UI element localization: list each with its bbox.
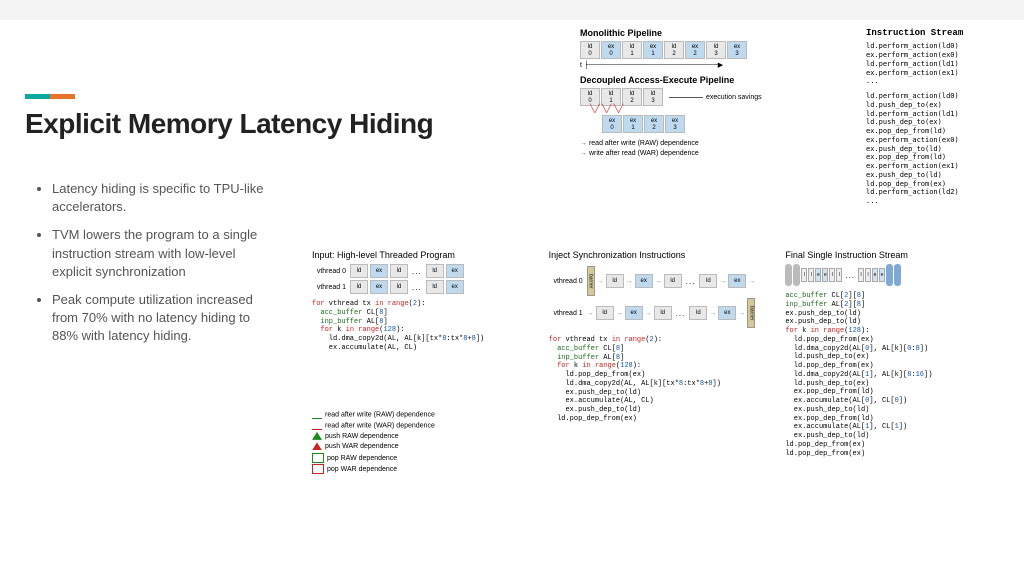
ld-stage: ld2 — [664, 41, 684, 59]
header-bar — [0, 0, 1024, 20]
pop-war-legend: pop WAR dependence — [312, 464, 435, 475]
vthread0-label: vthread 0 — [312, 268, 346, 275]
code-p3: acc_buffer CL[2][8] inp_buffer AL[2][8] … — [785, 292, 1014, 458]
ld-stage: ld0 — [580, 41, 600, 59]
pop-raw-legend: pop RAW dependence — [312, 453, 435, 464]
instruction-stream-label: Instruction Stream — [866, 28, 1006, 39]
panel-title: Input: High-level Threaded Program — [312, 250, 541, 260]
raw-arrow-legend: read after write (RAW) dependence — [312, 410, 435, 421]
slide-title: Explicit Memory Latency Hiding — [25, 108, 433, 140]
instr-block-1: ld.perform_action(ld0) ex.perform_action… — [866, 42, 1006, 86]
bullet-item: Latency hiding is specific to TPU-like a… — [52, 180, 278, 216]
ex-stage: ex1 — [623, 115, 643, 133]
ex-stage: ex3 — [665, 115, 685, 133]
ld-stage: ld3 — [643, 88, 663, 106]
vthread1-label: vthread 1 — [312, 284, 346, 291]
panel-final-stream: Final Single Instruction Stream llee ll … — [785, 250, 1014, 458]
ld-stage: ld2 — [622, 88, 642, 106]
ex-stage: ex0 — [601, 41, 621, 59]
ex-stage: ex2 — [644, 115, 664, 133]
execution-savings-label: execution savings — [669, 94, 762, 101]
code-p2: for vthread tx in range(2): acc_buffer C… — [549, 336, 778, 424]
push-raw-legend: push RAW dependence — [312, 432, 435, 443]
panel-title: Inject Synchronization Instructions — [549, 250, 778, 260]
ld-stage: ld1 — [622, 41, 642, 59]
ex-stage: ex0 — [602, 115, 622, 133]
push-war-legend: push WAR dependence — [312, 442, 435, 453]
panel-title: Final Single Instruction Stream — [785, 250, 1014, 260]
barrier: barrier — [747, 298, 755, 328]
code-p1: for vthread tx in range(2): acc_buffer C… — [312, 300, 541, 353]
ld-stage: ld3 — [706, 41, 726, 59]
war-arrow-legend: read after write (WAR) dependence — [312, 421, 435, 432]
final-stream-visual: llee ll ... llee — [785, 264, 1014, 286]
panel-inject-sync: Inject Synchronization Instructions vthr… — [549, 250, 778, 458]
bullet-item: Peak compute utilization increased from … — [52, 291, 278, 346]
barrier: barrier — [587, 266, 595, 296]
instruction-stream: Instruction Stream ld.perform_action(ld0… — [866, 28, 1006, 212]
ex-stage: ex1 — [643, 41, 663, 59]
dependence-legend-detailed: read after write (RAW) dependence read a… — [312, 410, 435, 475]
bullet-list: Latency hiding is specific to TPU-like a… — [38, 180, 278, 356]
bullet-item: TVM lowers the program to a single instr… — [52, 226, 278, 281]
ex-stage: ex2 — [685, 41, 705, 59]
ex-stage: ex3 — [727, 41, 747, 59]
accent-bar — [25, 94, 75, 99]
instr-block-2: ld.perform_action(ld0) ld.push_dep_to(ex… — [866, 92, 1006, 206]
